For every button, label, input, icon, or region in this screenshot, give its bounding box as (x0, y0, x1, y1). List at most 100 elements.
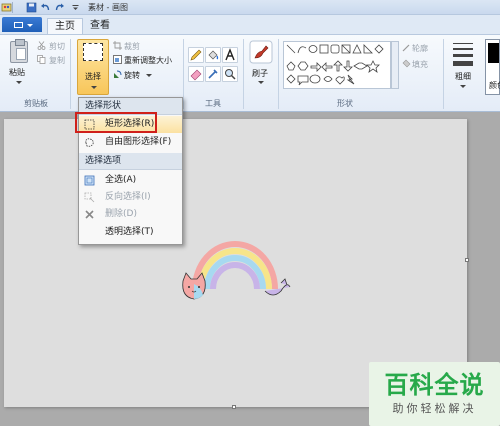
select-all-icon (84, 175, 95, 186)
menu-item-label: 透明选择(T) (105, 227, 154, 237)
menu-item-label: 删除(D) (105, 209, 137, 219)
pencil-tool[interactable] (188, 47, 204, 63)
redo-icon[interactable] (54, 2, 65, 13)
curve-shape-icon (297, 46, 307, 54)
watermark-title: 百科全说 (384, 371, 485, 399)
resize-icon (113, 55, 122, 64)
size-icon[interactable] (450, 41, 476, 91)
cloud-callout-shape-icon (323, 76, 333, 82)
free-form-select-icon (85, 138, 94, 147)
shapes-grid (286, 44, 384, 86)
eraser-tool[interactable] (188, 66, 204, 82)
tab-home[interactable]: 主页 (47, 18, 83, 34)
invert-selection-icon (84, 192, 95, 203)
file-menu-button[interactable] (2, 17, 42, 32)
menu-item-transparent-selection[interactable]: 透明选择(T) (79, 224, 182, 241)
brushes-button-label[interactable]: 刷子 (252, 68, 268, 79)
five-point-star-shape-icon (366, 60, 380, 73)
heart-shape-icon (335, 76, 345, 85)
color-picker-tool[interactable] (205, 66, 221, 82)
chevron-down-icon (27, 24, 33, 27)
rounded-rectangle-shape-icon (330, 44, 340, 54)
hexagon-shape-icon (297, 61, 309, 71)
polygon-shape-icon (341, 44, 351, 54)
crop-button-label[interactable]: 裁剪 (124, 41, 140, 52)
quick-access-separator (12, 2, 13, 13)
line-shape-icon (286, 44, 296, 54)
select-button-label: 选择 (85, 72, 101, 81)
tab-view[interactable]: 查看 (86, 18, 114, 34)
text-a-icon (225, 48, 235, 61)
menu-section-selection-options: 选择选项 (79, 153, 182, 170)
watermark-logo: 百科全说 助你轻松解决 (369, 362, 500, 426)
size-dropdown-icon[interactable] (460, 85, 466, 88)
rectangle-select-icon (83, 43, 103, 61)
fill-icon (402, 59, 411, 68)
eraser-icon (190, 69, 202, 81)
triangle-shape-icon (352, 44, 362, 54)
oval-shape-icon (308, 45, 318, 53)
canvas-resize-handle-right[interactable] (465, 258, 469, 262)
file-menu-icon (14, 22, 23, 28)
cut-button-label[interactable]: 剪切 (49, 41, 65, 52)
clipboard-group-label: 剪贴板 (24, 99, 48, 108)
pentagon-shape-icon (286, 61, 296, 71)
oval-callout-shape-icon (309, 74, 321, 84)
rotate-button-label[interactable]: 旋转 (124, 70, 140, 81)
cut-icon (37, 41, 46, 50)
brush-icon[interactable] (249, 40, 273, 64)
paint-app-icon[interactable] (1, 2, 12, 13)
pencil-icon (190, 49, 202, 61)
eyedropper-icon (208, 69, 218, 79)
callout-shape-icon (297, 75, 309, 86)
group-separator (183, 39, 184, 109)
resize-button-label[interactable]: 重新调整大小 (124, 55, 172, 66)
paste-dropdown-icon[interactable] (16, 81, 22, 84)
paste-icon[interactable] (10, 39, 28, 63)
menu-item-invert-selection[interactable]: 反向选择(I) (79, 189, 182, 206)
delete-x-icon (85, 210, 94, 219)
rotate-dropdown-icon[interactable] (146, 74, 152, 77)
size-button-label[interactable]: 粗细 (455, 71, 471, 82)
menu-item-select-all[interactable]: 全选(A) (79, 172, 182, 189)
rainbow-cat-drawing (182, 241, 291, 300)
select-button[interactable]: 选择 (77, 39, 109, 95)
menu-item-label: 反向选择(I) (105, 192, 151, 202)
magnifier-icon (225, 69, 236, 80)
rectangle-shape-icon (319, 44, 329, 54)
menu-item-delete[interactable]: 删除(D) (79, 206, 182, 223)
down-arrow-shape-icon (343, 60, 353, 72)
magnifier-tool[interactable] (222, 66, 238, 82)
right-triangle-shape-icon (363, 44, 373, 54)
save-icon[interactable] (26, 2, 37, 13)
brushes-dropdown-icon[interactable] (258, 81, 264, 84)
watermark-subtitle: 助你轻松解决 (392, 402, 477, 415)
group-separator (243, 39, 244, 109)
text-tool[interactable] (222, 47, 238, 63)
fill-button-label[interactable]: 填充 (412, 59, 428, 70)
up-arrow-shape-icon (333, 60, 343, 72)
window-title: 素材 - 画图 (88, 3, 128, 12)
shapes-gallery-scrollbar[interactable] (391, 41, 399, 89)
undo-icon[interactable] (40, 2, 51, 13)
right-arrow-shape-icon (310, 62, 322, 72)
menu-item-free-form-selection[interactable]: 自由图形选择(F) (79, 134, 182, 151)
copy-button-label[interactable]: 复制 (49, 55, 65, 66)
outline-button-label[interactable]: 轮廓 (412, 43, 428, 54)
paint-bucket-icon (208, 50, 219, 60)
ribbon: 粘贴 剪切 复制 剪贴板 选择 裁剪 重新调整大小 旋转 工具 刷子 轮廓 填充… (0, 34, 500, 112)
group-separator (278, 39, 279, 109)
color-1-swatch (488, 43, 499, 63)
paste-button-label[interactable]: 粘贴 (9, 67, 25, 78)
tools-group-label: 工具 (205, 99, 221, 108)
color-button-label: 颜色 (489, 81, 500, 90)
color-1-button[interactable]: 颜色 (485, 39, 500, 95)
customize-quick-access-icon[interactable] (70, 2, 81, 13)
annotation-highlight-frame (75, 112, 157, 133)
four-point-star-shape-icon (353, 62, 368, 70)
shapes-gallery[interactable] (283, 41, 391, 89)
canvas-resize-handle-bottom[interactable] (232, 405, 236, 409)
menu-item-label: 自由图形选择(F) (105, 137, 172, 147)
copy-icon (37, 55, 46, 64)
fill-tool[interactable] (205, 47, 221, 63)
